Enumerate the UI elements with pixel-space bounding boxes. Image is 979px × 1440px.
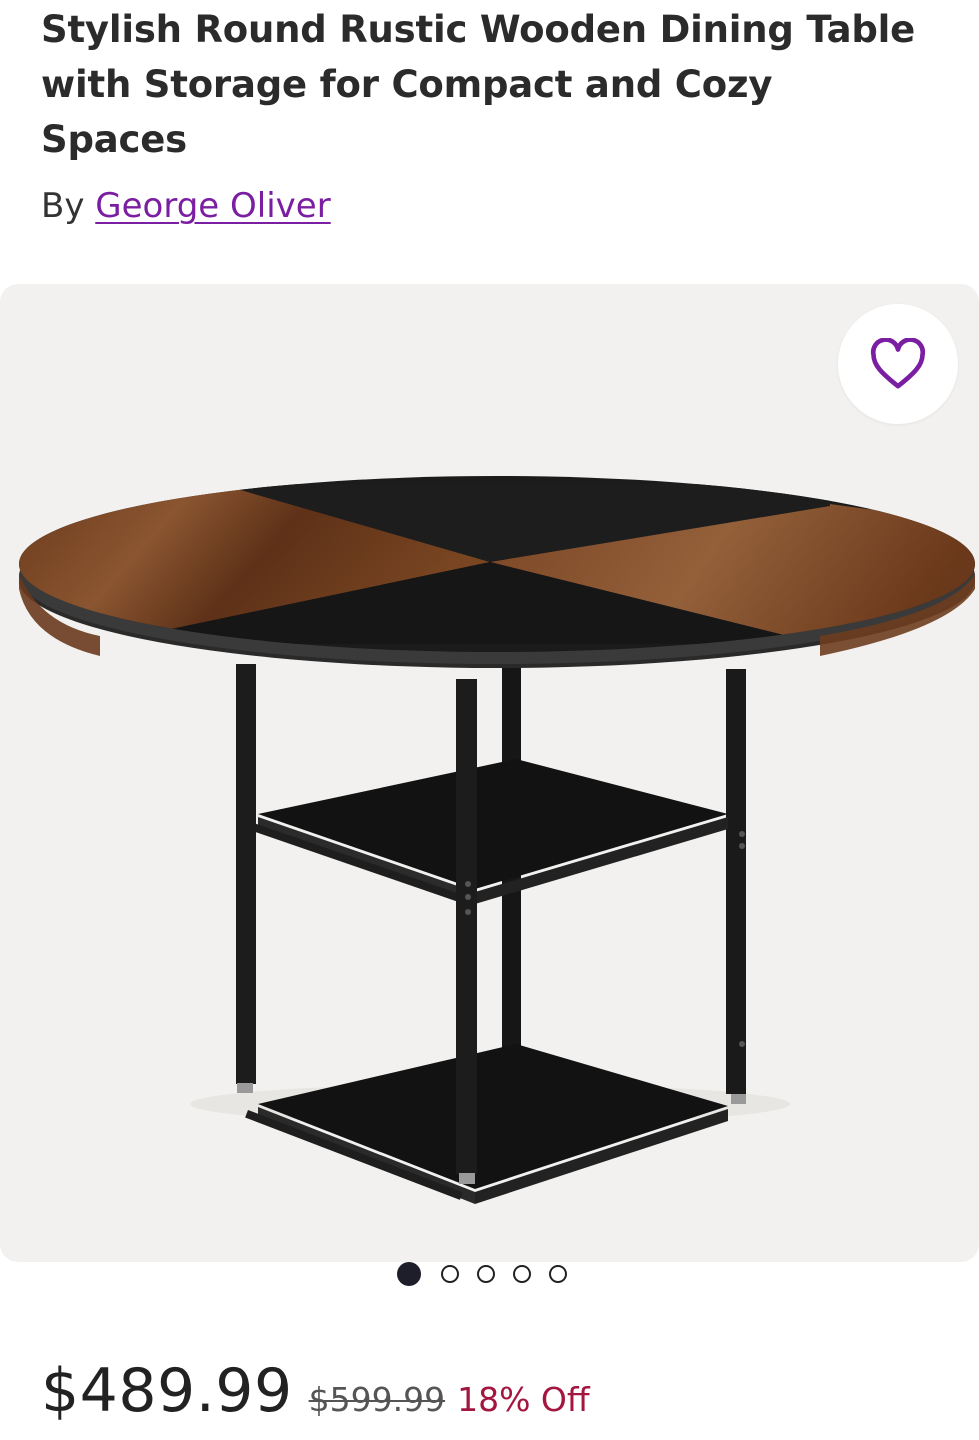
discount-badge: 18% Off: [457, 1380, 590, 1419]
heart-icon: [870, 338, 926, 389]
pagination-dot-5[interactable]: [549, 1265, 567, 1283]
pagination-dot-1[interactable]: [397, 1262, 421, 1286]
brand-link[interactable]: George Oliver: [95, 186, 330, 226]
sale-price: $489.99: [41, 1356, 293, 1426]
byline-label: By: [41, 186, 85, 226]
original-price: $599.99: [308, 1380, 446, 1419]
gallery-pagination: [397, 1262, 567, 1286]
product-title: Stylish Round Rustic Wooden Dining Table…: [41, 8, 916, 161]
pagination-dot-3[interactable]: [477, 1265, 495, 1283]
favorite-button[interactable]: [838, 304, 958, 424]
pagination-dot-4[interactable]: [513, 1265, 531, 1283]
price-row: $489.99 $599.99 18% Off: [41, 1356, 590, 1436]
pagination-dot-2[interactable]: [441, 1265, 459, 1283]
product-image: [19, 476, 975, 1204]
product-image-gallery[interactable]: [0, 284, 979, 1262]
byline: By George Oliver: [41, 184, 331, 228]
